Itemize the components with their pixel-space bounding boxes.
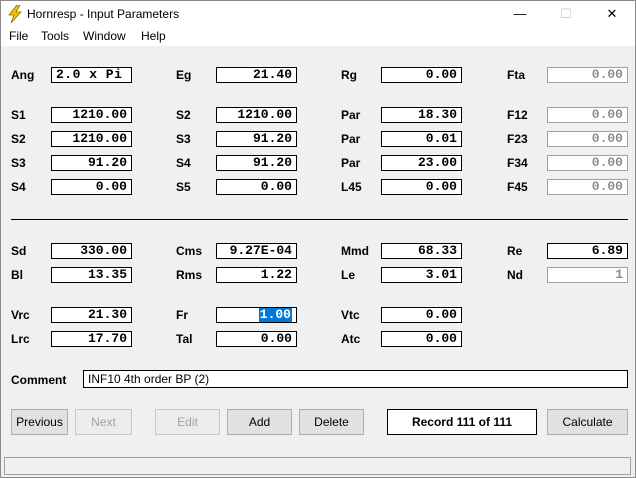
field-rg[interactable]: 0.00	[381, 67, 462, 83]
label-rms: Rms	[176, 268, 203, 282]
label-s3: S3	[176, 132, 191, 146]
field-l45[interactable]: 0.00	[381, 179, 462, 195]
label-fta: Fta	[507, 68, 525, 82]
field-le[interactable]: 3.01	[381, 267, 462, 283]
label-par-3: Par	[341, 156, 361, 170]
label-fr: Fr	[176, 308, 188, 322]
field-atc[interactable]: 0.00	[381, 331, 462, 347]
title-bar: Hornresp - Input Parameters — ☐ ✕	[1, 1, 635, 27]
field-fta[interactable]: 0.00	[547, 67, 628, 83]
field-cms[interactable]: 9.27E-04	[216, 243, 297, 259]
minimize-button[interactable]: —	[497, 1, 543, 27]
label-s2: S2	[176, 108, 191, 122]
menu-file[interactable]: File	[9, 29, 28, 43]
label-sd: Sd	[11, 244, 27, 258]
field-fr[interactable]: 1.00	[216, 307, 297, 323]
field-s2-left[interactable]: 1210.00	[51, 131, 132, 147]
add-button[interactable]: Add	[227, 409, 292, 435]
field-f45[interactable]: 0.00	[547, 179, 628, 195]
label-nd: Nd	[507, 268, 523, 282]
status-bar	[4, 457, 631, 475]
label-mmd: Mmd	[341, 244, 369, 258]
field-fr-selected-text: 1.00	[258, 307, 292, 322]
field-vrc[interactable]: 21.30	[51, 307, 132, 323]
window-title: Hornresp - Input Parameters	[27, 7, 180, 21]
label-eg: Eg	[176, 68, 192, 82]
label-vrc: Vrc	[11, 308, 30, 322]
label-atc: Atc	[341, 332, 361, 346]
label-l45: L45	[341, 180, 362, 194]
label-vtc: Vtc	[341, 308, 360, 322]
label-comment: Comment	[11, 373, 67, 387]
field-f12[interactable]: 0.00	[547, 107, 628, 123]
menu-tools[interactable]: Tools	[41, 29, 69, 43]
field-s1[interactable]: 1210.00	[51, 107, 132, 123]
menu-help[interactable]: Help	[141, 29, 166, 43]
field-par-1[interactable]: 18.30	[381, 107, 462, 123]
field-s4[interactable]: 91.20	[216, 155, 297, 171]
label-cms: Cms	[176, 244, 203, 258]
field-s4-left[interactable]: 0.00	[51, 179, 132, 195]
menu-bar: File Tools Window Help	[1, 27, 635, 46]
field-f23[interactable]: 0.00	[547, 131, 628, 147]
label-f12: F12	[507, 108, 528, 122]
field-re[interactable]: 6.89	[547, 243, 628, 259]
label-re: Re	[507, 244, 523, 258]
field-f34[interactable]: 0.00	[547, 155, 628, 171]
field-eg[interactable]: 21.40	[216, 67, 297, 83]
close-button[interactable]: ✕	[589, 1, 635, 27]
label-f23: F23	[507, 132, 528, 146]
previous-button[interactable]: Previous	[11, 409, 68, 435]
next-button[interactable]: Next	[75, 409, 132, 435]
lightning-icon	[8, 5, 22, 23]
field-rms[interactable]: 1.22	[216, 267, 297, 283]
field-ang[interactable]: 2.0 x Pi	[51, 67, 132, 83]
label-f45: F45	[507, 180, 528, 194]
field-par-2[interactable]: 0.01	[381, 131, 462, 147]
label-bl: Bl	[11, 268, 23, 282]
label-le: Le	[341, 268, 356, 282]
field-mmd[interactable]: 68.33	[381, 243, 462, 259]
label-s4-left: S4	[11, 180, 26, 194]
section-divider	[11, 219, 628, 220]
field-nd[interactable]: 1	[547, 267, 628, 283]
label-s3-left: S3	[11, 156, 26, 170]
label-s5: S5	[176, 180, 191, 194]
field-s3-left[interactable]: 91.20	[51, 155, 132, 171]
field-tal[interactable]: 0.00	[216, 331, 297, 347]
field-sd[interactable]: 330.00	[51, 243, 132, 259]
record-indicator: Record 111 of 111	[387, 409, 537, 435]
menu-window[interactable]: Window	[83, 29, 126, 43]
label-rg: Rg	[341, 68, 357, 82]
label-s2-left: S2	[11, 132, 26, 146]
field-s3[interactable]: 91.20	[216, 131, 297, 147]
label-lrc: Lrc	[11, 332, 30, 346]
label-tal: Tal	[176, 332, 193, 346]
maximize-button[interactable]: ☐	[543, 1, 589, 27]
label-ang: Ang	[11, 68, 35, 82]
field-bl[interactable]: 13.35	[51, 267, 132, 283]
app-window: Hornresp - Input Parameters — ☐ ✕ File T…	[0, 0, 636, 478]
calculate-button[interactable]: Calculate	[547, 409, 628, 435]
label-par-1: Par	[341, 108, 361, 122]
label-par-2: Par	[341, 132, 361, 146]
field-vtc[interactable]: 0.00	[381, 307, 462, 323]
field-s2[interactable]: 1210.00	[216, 107, 297, 123]
field-par-3[interactable]: 23.00	[381, 155, 462, 171]
label-f34: F34	[507, 156, 528, 170]
delete-button[interactable]: Delete	[299, 409, 364, 435]
edit-button[interactable]: Edit	[155, 409, 220, 435]
field-s5[interactable]: 0.00	[216, 179, 297, 195]
label-s4: S4	[176, 156, 191, 170]
field-lrc[interactable]: 17.70	[51, 331, 132, 347]
comment-field[interactable]: INF10 4th order BP (2)	[83, 370, 628, 388]
label-s1: S1	[11, 108, 26, 122]
